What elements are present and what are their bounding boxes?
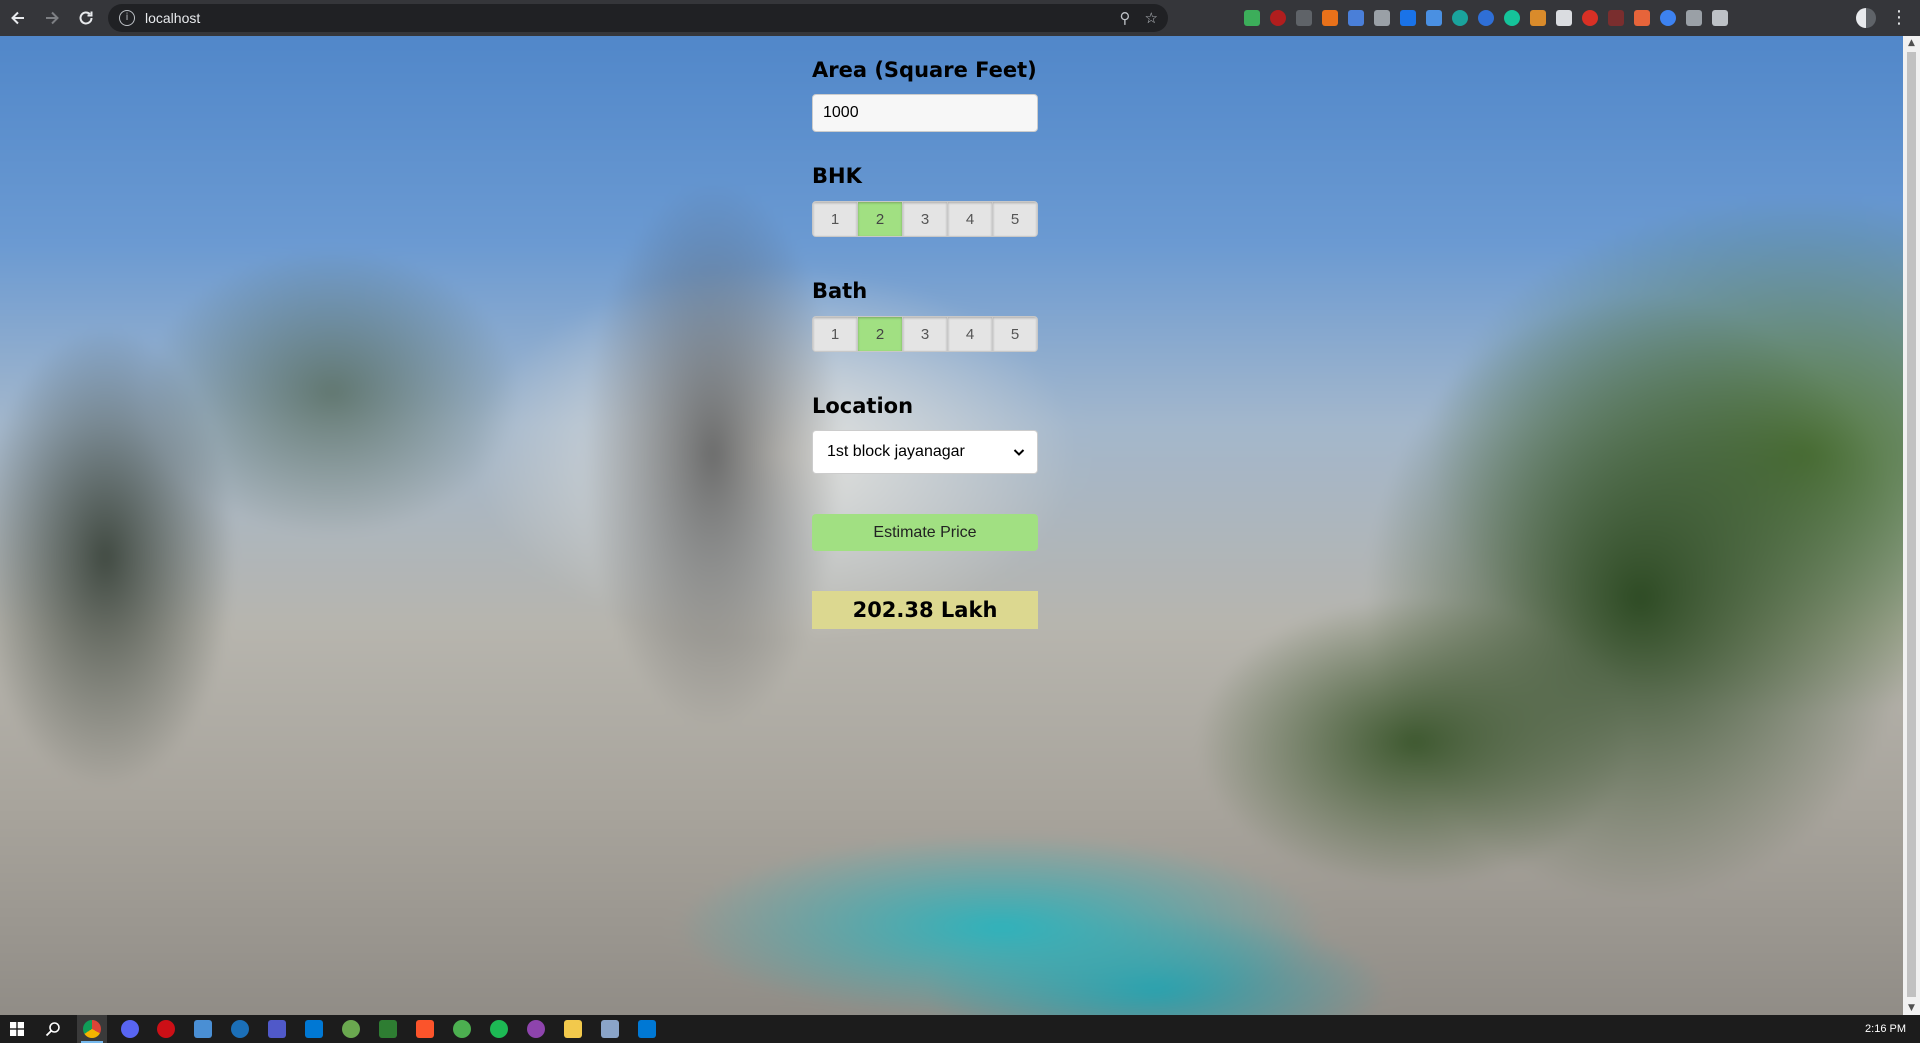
ublock-extension-icon[interactable] — [1270, 10, 1286, 26]
binoculars-extension-icon[interactable] — [1296, 10, 1312, 26]
file-explorer-icon[interactable] — [564, 1020, 582, 1038]
back-arrow-icon[interactable] — [2, 2, 34, 34]
scroll-up-arrow-icon[interactable]: ▲ — [1903, 36, 1920, 50]
translate-extension-icon[interactable] — [1348, 10, 1364, 26]
page-scrollbar[interactable]: ▲ ▼ — [1903, 36, 1920, 1015]
estimate-price-button[interactable]: Estimate Price — [812, 514, 1038, 551]
location-selected-value: 1st block jayanagar — [827, 443, 965, 460]
bhk-option-1[interactable]: 1 — [813, 202, 858, 236]
steam-icon[interactable] — [231, 1020, 249, 1038]
bhk-option-3[interactable]: 3 — [903, 202, 948, 236]
vue-app-icon[interactable] — [453, 1020, 471, 1038]
forward-arrow-icon[interactable] — [36, 2, 68, 34]
scroll-down-arrow-icon[interactable]: ▼ — [1903, 1001, 1920, 1015]
red-extension-icon[interactable] — [1582, 10, 1598, 26]
scroll-thumb[interactable] — [1907, 52, 1916, 997]
green-app-icon[interactable] — [342, 1020, 360, 1038]
bhk-selector: 1 2 3 4 5 — [812, 201, 1038, 237]
bath-option-5[interactable]: 5 — [993, 317, 1037, 351]
discord-icon[interactable] — [121, 1020, 139, 1038]
extensions-puzzle-icon[interactable] — [1686, 10, 1702, 26]
area-label: Area (Square Feet) — [812, 58, 1037, 82]
brave-icon[interactable] — [416, 1020, 434, 1038]
kebab-menu-icon[interactable]: ⋮ — [1890, 6, 1908, 30]
info-icon[interactable]: i — [119, 10, 135, 26]
dropbox-extension-icon[interactable] — [1660, 10, 1676, 26]
amber-extension-icon[interactable] — [1530, 10, 1546, 26]
bath-label: Bath — [812, 279, 868, 303]
purple-app-icon[interactable] — [527, 1020, 545, 1038]
accessibility-extension-icon[interactable] — [1478, 10, 1494, 26]
windows-start-icon[interactable] — [10, 1022, 24, 1036]
reading-list-icon[interactable] — [1712, 10, 1728, 26]
address-bar[interactable]: i localhost ⚲ ☆ — [108, 4, 1168, 32]
bhk-label: BHK — [812, 164, 862, 188]
taskbar-clock[interactable]: 2:16 PM — [1865, 1015, 1906, 1043]
bath-selector: 1 2 3 4 5 — [812, 316, 1038, 352]
notepad-icon[interactable] — [601, 1020, 619, 1038]
spotify-icon[interactable] — [490, 1020, 508, 1038]
shield-extension-icon[interactable] — [1244, 10, 1260, 26]
chrome-icon[interactable] — [83, 1020, 101, 1038]
bath-option-1[interactable]: 1 — [813, 317, 858, 351]
teams-icon[interactable] — [268, 1020, 286, 1038]
gray-extension-icon[interactable] — [1374, 10, 1390, 26]
bath-option-4[interactable]: 4 — [948, 317, 993, 351]
windows-taskbar: 2:16 PM — [0, 1015, 1920, 1043]
audio-extension-icon[interactable] — [1608, 10, 1624, 26]
zoom-icon[interactable]: ⚲ — [1120, 9, 1131, 27]
opera-icon[interactable] — [157, 1020, 175, 1038]
bookmark-star-icon[interactable]: ☆ — [1145, 9, 1158, 27]
bhk-option-5[interactable]: 5 — [993, 202, 1037, 236]
vscode-second-icon[interactable] — [638, 1020, 656, 1038]
location-label: Location — [812, 394, 914, 418]
chevron-down-icon — [1013, 449, 1025, 456]
browser-toolbar: i localhost ⚲ ☆ ⋮ — [0, 0, 1920, 36]
vscode-icon[interactable] — [305, 1020, 323, 1038]
extensions-row — [1244, 6, 1728, 30]
page-viewport: Area (Square Feet) BHK 1 2 3 4 5 Bath 1 … — [0, 36, 1903, 1015]
profile-avatar-icon[interactable] — [1856, 8, 1876, 28]
grammarly-extension-icon[interactable] — [1504, 10, 1520, 26]
reload-icon[interactable] — [70, 2, 102, 34]
estimated-price-result: 202.38 Lakh — [812, 591, 1038, 629]
bhk-option-2[interactable]: 2 — [858, 202, 903, 236]
nvidia-icon[interactable] — [379, 1020, 397, 1038]
blue-play-extension-icon[interactable] — [1400, 10, 1416, 26]
url-text: localhost — [145, 10, 201, 26]
location-select[interactable]: 1st block jayanagar — [812, 430, 1038, 474]
area-input[interactable] — [812, 94, 1038, 132]
bath-option-2[interactable]: 2 — [858, 317, 903, 351]
app-icon[interactable] — [194, 1020, 212, 1038]
bath-option-3[interactable]: 3 — [903, 317, 948, 351]
teal-extension-icon[interactable] — [1452, 10, 1468, 26]
bhk-option-4[interactable]: 4 — [948, 202, 993, 236]
search-icon[interactable] — [45, 1021, 61, 1037]
flag-extension-icon[interactable] — [1634, 10, 1650, 26]
orange-extension-icon[interactable] — [1322, 10, 1338, 26]
screenshot-extension-icon[interactable] — [1426, 10, 1442, 26]
white-extension-icon[interactable] — [1556, 10, 1572, 26]
